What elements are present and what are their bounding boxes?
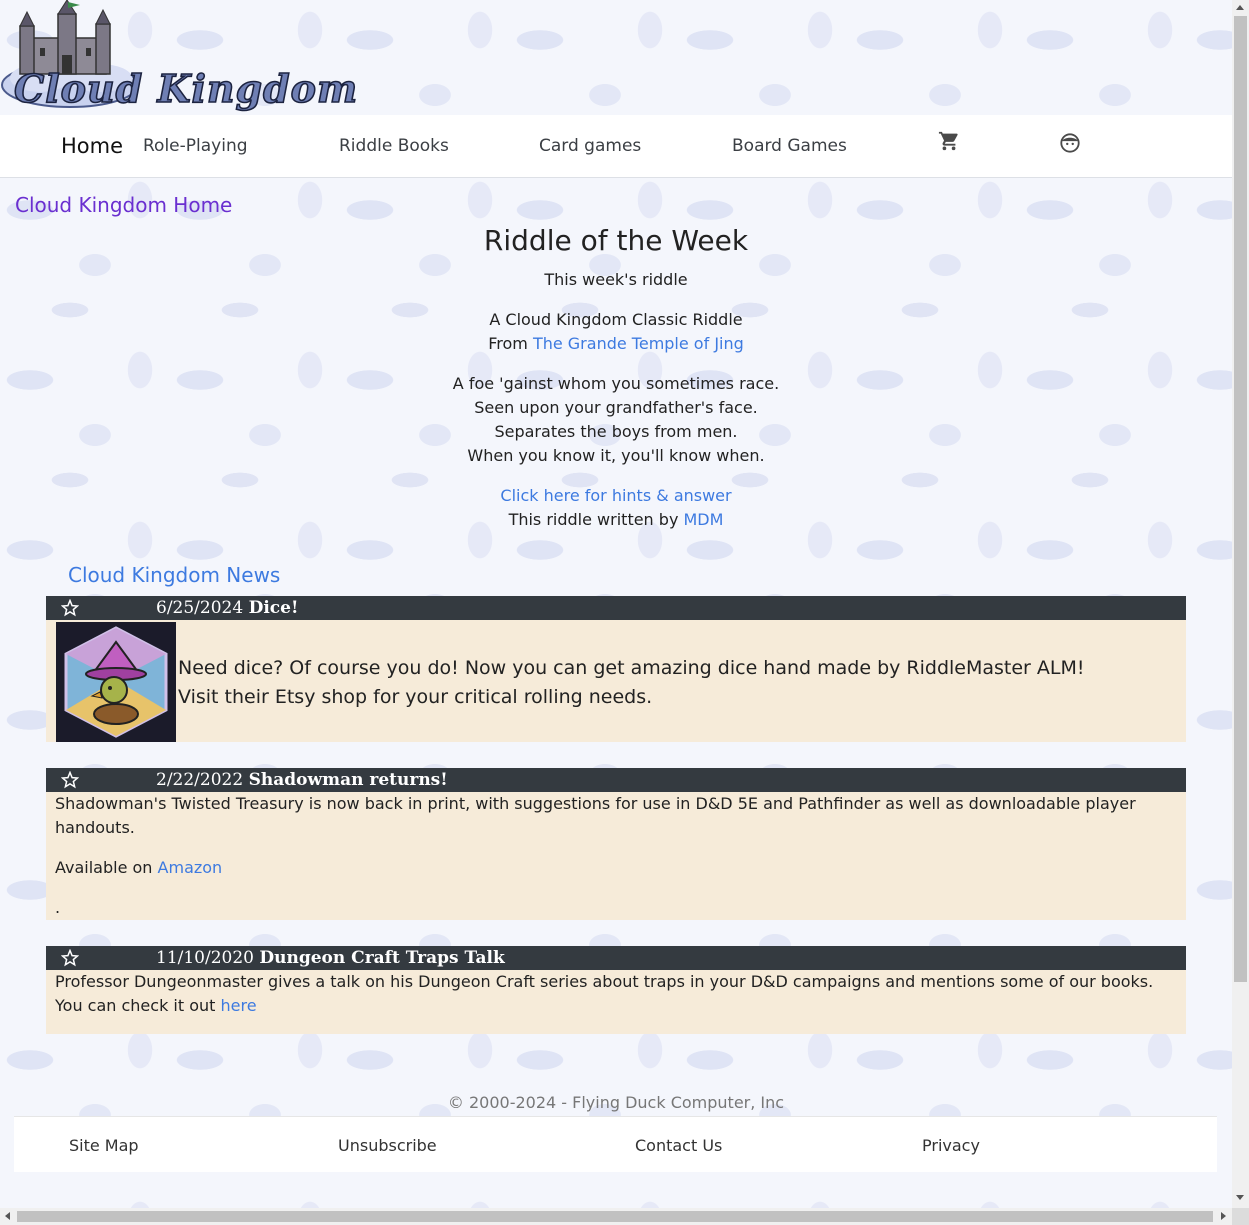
news-item-header: 2/22/2022 Shadowman returns! xyxy=(46,768,1186,792)
dice-witch-image[interactable] xyxy=(56,622,176,742)
news-item-date: 11/10/2020 xyxy=(156,948,254,968)
news-item-shadowman: 2/22/2022 Shadowman returns! Shadowman's… xyxy=(46,768,1186,920)
news-item-title: Dungeon Craft Traps Talk xyxy=(259,948,505,968)
riddle-classic-label: A Cloud Kingdom Classic Riddle xyxy=(489,310,743,329)
news-item-paragraph: Professor Dungeonmaster gives a talk on … xyxy=(55,972,1154,991)
news-item-line: Visit their Etsy shop for your critical … xyxy=(178,686,653,708)
scroll-up-arrow-icon[interactable] xyxy=(1236,5,1244,10)
riddle-line-4: When you know it, you'll know when. xyxy=(467,446,765,465)
news-item-dungeon-craft: 11/10/2020 Dungeon Craft Traps Talk Prof… xyxy=(46,946,1186,1034)
news-item-header: 11/10/2020 Dungeon Craft Traps Talk xyxy=(46,946,1186,970)
horizontal-scrollbar[interactable] xyxy=(0,1208,1232,1225)
riddle-from-label: From xyxy=(488,334,528,353)
riddle-subtitle: This week's riddle xyxy=(544,270,688,289)
news-item-title: Dice! xyxy=(248,598,299,618)
availability-label: Available on xyxy=(55,858,153,877)
nav-home[interactable]: Home xyxy=(61,134,123,158)
riddle-author-link[interactable]: MDM xyxy=(684,510,724,529)
riddle-source: From The Grande Temple of Jing xyxy=(0,332,1232,356)
news-item-body: Need dice? Of course you do! Now you can… xyxy=(178,654,1085,712)
account-face-icon[interactable] xyxy=(1059,132,1081,158)
news-item-check: You can check it out here xyxy=(55,994,1177,1018)
scroll-down-arrow-icon[interactable] xyxy=(1236,1195,1244,1200)
nav-riddle-books[interactable]: Riddle Books xyxy=(339,136,449,156)
news-item-header: 6/25/2024 Dice! xyxy=(46,596,1186,620)
main-navbar: Home Role-Playing Riddle Books Card game… xyxy=(0,115,1232,178)
riddle-hints: Click here for hints & answer xyxy=(0,484,1232,508)
copyright: © 2000-2024 - Flying Duck Computer, Inc xyxy=(447,1093,785,1112)
news-item-date: 2/22/2022 xyxy=(156,770,244,790)
news-item-line: Need dice? Of course you do! Now you can… xyxy=(178,657,1085,679)
riddle-title: Riddle of the Week xyxy=(483,224,749,257)
site-logo[interactable]: Cloud Kingdom Games xyxy=(0,0,520,157)
riddle-line-2: Seen upon your grandfather's face. xyxy=(474,398,758,417)
news-item-date: 6/25/2024 xyxy=(156,598,244,618)
footer-contact-us[interactable]: Contact Us xyxy=(635,1136,722,1155)
riddle-source-link[interactable]: The Grande Temple of Jing xyxy=(533,334,744,353)
riddle-line-1: A foe 'gainst whom you sometimes race. xyxy=(452,374,780,393)
news-item-body: Professor Dungeonmaster gives a talk on … xyxy=(46,970,1186,1018)
nav-board-games[interactable]: Board Games xyxy=(732,136,847,156)
scroll-left-arrow-icon[interactable] xyxy=(5,1212,10,1220)
page: Cloud Kingdom Games Home Role-Playing Ri… xyxy=(0,0,1232,1208)
amazon-link[interactable]: Amazon xyxy=(158,858,223,877)
here-link[interactable]: here xyxy=(221,996,257,1015)
riddle-written-by-label: This riddle written by xyxy=(508,510,679,529)
news-item-dice: 6/25/2024 Dice! Need dice? Of course you… xyxy=(46,596,1186,742)
vertical-scroll-thumb[interactable] xyxy=(1234,16,1247,982)
horizontal-scroll-thumb[interactable] xyxy=(17,1211,1213,1222)
star-icon[interactable] xyxy=(61,771,79,789)
news-item-date-title: 6/25/2024 Dice! xyxy=(156,598,298,618)
news-item-dot: . xyxy=(55,898,61,917)
breadcrumb-home-link[interactable]: Cloud Kingdom Home xyxy=(15,193,232,217)
check-label: You can check it out xyxy=(55,996,216,1015)
riddle-hints-link[interactable]: Click here for hints & answer xyxy=(500,486,731,505)
riddle-line-3: Separates the boys from men. xyxy=(494,422,738,441)
news-item-date-title: 11/10/2020 Dungeon Craft Traps Talk xyxy=(156,948,505,968)
news-heading: Cloud Kingdom News xyxy=(68,563,281,587)
nav-card-games[interactable]: Card games xyxy=(539,136,641,156)
news-item-body: Shadowman's Twisted Treasury is now back… xyxy=(46,792,1186,920)
footer-unsubscribe[interactable]: Unsubscribe xyxy=(338,1136,437,1155)
footer-site-map[interactable]: Site Map xyxy=(69,1136,139,1155)
star-icon[interactable] xyxy=(61,599,79,617)
footer-bar: Site Map Unsubscribe Contact Us Privacy xyxy=(14,1116,1217,1172)
riddle-author: This riddle written by MDM xyxy=(0,508,1232,532)
news-item-date-title: 2/22/2022 Shadowman returns! xyxy=(156,770,448,790)
scroll-right-arrow-icon[interactable] xyxy=(1221,1212,1226,1220)
star-icon[interactable] xyxy=(61,949,79,967)
footer-privacy[interactable]: Privacy xyxy=(922,1136,980,1155)
scrollbar-corner xyxy=(1232,1208,1249,1225)
news-item-title: Shadowman returns! xyxy=(248,770,448,790)
cart-icon[interactable] xyxy=(938,130,960,156)
news-item-paragraph: Shadowman's Twisted Treasury is now back… xyxy=(55,794,1136,837)
news-item-availability: Available on Amazon xyxy=(55,856,1177,880)
nav-role-playing[interactable]: Role-Playing xyxy=(143,136,248,156)
vertical-scrollbar[interactable] xyxy=(1232,0,1249,1208)
